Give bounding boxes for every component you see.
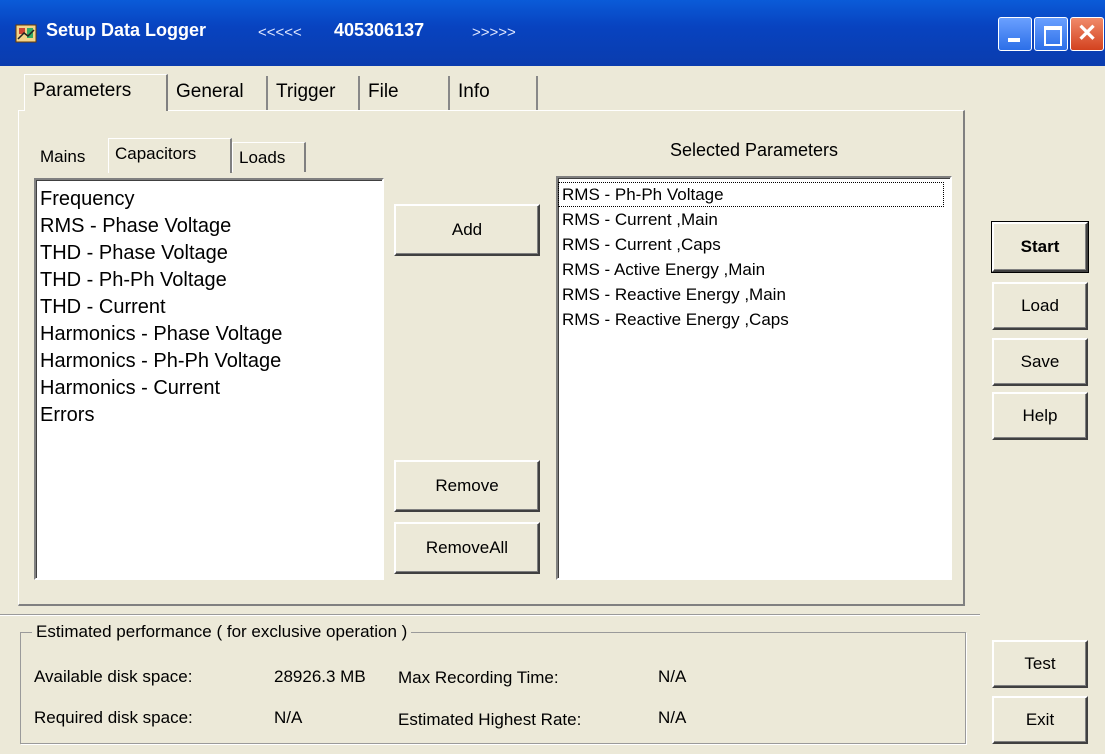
minimize-button[interactable] (998, 17, 1032, 51)
list-item[interactable]: Errors (36, 402, 382, 429)
tab-trigger[interactable]: Trigger (268, 76, 360, 110)
list-item[interactable]: THD - Phase Voltage (36, 240, 382, 267)
minimize-icon (1008, 38, 1020, 42)
remove-button-label: Remove (435, 476, 499, 495)
load-button[interactable]: Load (992, 282, 1088, 330)
max-recording-time-value: N/A (658, 667, 687, 686)
add-button[interactable]: Add (394, 204, 540, 256)
list-item[interactable]: Harmonics - Ph-Ph Voltage (36, 348, 382, 375)
available-disk-label: Available disk space: (34, 667, 193, 686)
list-item[interactable]: RMS - Active Energy ,Main (558, 257, 950, 282)
selected-parameters-list[interactable]: RMS - Ph-Ph Voltage RMS - Current ,Main … (556, 176, 952, 580)
highest-rate-label: Estimated Highest Rate: (398, 710, 582, 729)
tab-info[interactable]: Info (450, 76, 538, 110)
available-parameters-list[interactable]: Frequency RMS - Phase Voltage THD - Phas… (34, 178, 384, 580)
app-icon (14, 22, 38, 44)
list-item[interactable]: RMS - Reactive Energy ,Caps (558, 307, 950, 332)
list-item[interactable]: Harmonics - Phase Voltage (36, 321, 382, 348)
available-disk-value: 28926.3 MB (274, 667, 366, 686)
list-item[interactable]: THD - Current (36, 294, 382, 321)
help-button[interactable]: Help (992, 392, 1088, 440)
title-marker-left: <<<<< (258, 24, 302, 41)
list-item[interactable]: RMS - Phase Voltage (36, 213, 382, 240)
list-item[interactable]: RMS - Reactive Energy ,Main (558, 282, 950, 307)
list-item[interactable]: RMS - Current ,Main (558, 207, 950, 232)
maximize-icon (1044, 26, 1062, 46)
test-button-label: Test (1024, 654, 1056, 673)
list-item[interactable]: RMS - Ph-Ph Voltage (558, 182, 944, 207)
title-bar: Setup Data Logger <<<<< 405306137 >>>>> … (0, 0, 1105, 66)
close-button[interactable]: ✕ (1070, 17, 1104, 51)
close-icon: ✕ (1076, 20, 1098, 47)
required-disk-value: N/A (274, 708, 303, 727)
max-recording-time-label: Max Recording Time: (398, 668, 559, 687)
start-button-label: Start (1020, 237, 1060, 256)
exit-button-label: Exit (1025, 710, 1055, 729)
load-button-label: Load (1021, 296, 1059, 315)
save-button[interactable]: Save (992, 338, 1088, 386)
list-item[interactable]: THD - Ph-Ph Voltage (36, 267, 382, 294)
subtab-mains[interactable]: Mains (34, 142, 106, 172)
remove-all-button-label: RemoveAll (425, 538, 509, 557)
highest-rate-value: N/A (658, 708, 687, 727)
remove-button[interactable]: Remove (394, 460, 540, 512)
save-button-label: Save (1020, 352, 1060, 371)
required-disk-label: Required disk space: (34, 708, 193, 727)
device-serial: 405306137 (334, 20, 425, 40)
maximize-button[interactable] (1034, 17, 1068, 51)
start-button[interactable]: Start (991, 221, 1089, 273)
exit-button[interactable]: Exit (992, 696, 1088, 744)
subtab-capacitors[interactable]: Capacitors (108, 138, 232, 173)
subtab-loads[interactable]: Loads (232, 142, 306, 172)
list-item[interactable]: Harmonics - Current (36, 375, 382, 402)
list-item[interactable]: RMS - Current ,Caps (558, 232, 950, 257)
title-marker-right: >>>>> (472, 24, 516, 41)
tab-file[interactable]: File (360, 76, 450, 110)
add-button-label: Add (451, 220, 483, 239)
list-item[interactable]: Frequency (36, 186, 382, 213)
tab-general[interactable]: General (168, 76, 268, 110)
performance-legend: Estimated performance ( for exclusive op… (32, 622, 412, 642)
divider (0, 614, 980, 616)
tab-parameters[interactable]: Parameters (24, 74, 168, 111)
window-title: Setup Data Logger (46, 20, 207, 40)
test-button[interactable]: Test (992, 640, 1088, 688)
help-button-label: Help (1022, 406, 1058, 425)
remove-all-button[interactable]: RemoveAll (394, 522, 540, 574)
selected-parameters-heading: Selected Parameters (669, 140, 839, 160)
